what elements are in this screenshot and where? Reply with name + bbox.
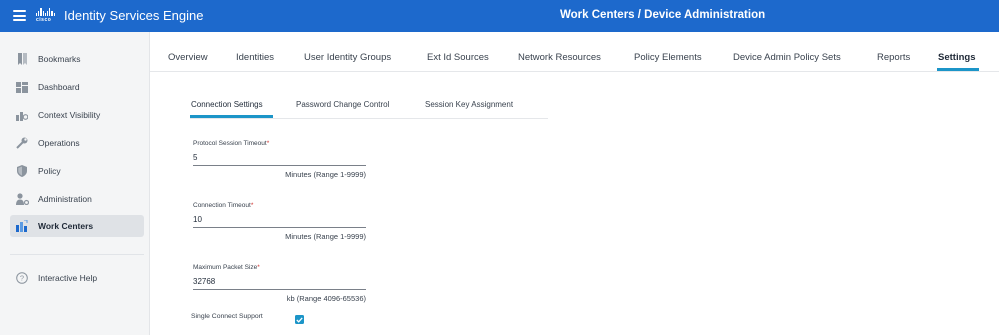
maximum-packet-size-field: Maximum Packet Size* kb (Range 4096-6553… (193, 264, 366, 303)
help-circle-icon: ? (15, 271, 29, 285)
sub-tabs: Connection Settings Password Change Cont… (190, 95, 548, 119)
sidebar-item-bookmarks[interactable]: Bookmarks (10, 48, 144, 70)
work-centers-icon (15, 219, 29, 233)
subtab-session-key-assignment[interactable]: Session Key Assignment (425, 100, 513, 109)
tab-overview[interactable]: Overview (168, 52, 208, 63)
tab-policy-elements[interactable]: Policy Elements (634, 52, 702, 63)
sidebar-item-dashboard[interactable]: Dashboard (10, 76, 144, 98)
dashboard-icon (15, 80, 29, 94)
sidebar-item-context-visibility[interactable]: Context Visibility (10, 104, 144, 126)
sidebar-item-label: Bookmarks (38, 54, 81, 64)
sidebar-item-administration[interactable]: Administration (10, 188, 144, 210)
field-hint: kb (Range 4096-65536) (286, 293, 366, 303)
connection-timeout-field: Connection Timeout* Minutes (Range 1-999… (193, 202, 366, 241)
bookmark-icon (15, 52, 29, 66)
field-hint: Minutes (Range 1-9999) (285, 169, 366, 179)
shield-icon (15, 164, 29, 178)
sidebar-item-label: Work Centers (38, 221, 94, 231)
tab-network-resources[interactable]: Network Resources (518, 52, 601, 63)
wrench-icon (15, 136, 29, 150)
sidebar-item-label: Context Visibility (38, 110, 101, 120)
tab-reports[interactable]: Reports (877, 52, 910, 63)
protocol-session-timeout-field: Protocol Session Timeout* Minutes (Range… (193, 140, 366, 179)
subtab-connection-settings[interactable]: Connection Settings (191, 100, 263, 109)
sidebar-item-label: Operations (38, 138, 80, 148)
sidebar-item-policy[interactable]: Policy (10, 160, 144, 182)
admin-user-gear-icon (15, 192, 29, 206)
field-label: Maximum Packet Size* (193, 264, 260, 271)
sidebar-item-label: Policy (38, 166, 61, 176)
sidebar: Bookmarks Dashboard Context Visibility O… (0, 32, 150, 335)
top-header: cisco Identity Services Engine Work Cent… (0, 0, 999, 32)
field-label: Protocol Session Timeout* (193, 140, 270, 147)
sidebar-item-work-centers[interactable]: Work Centers (10, 215, 144, 237)
maximum-packet-size-input[interactable] (193, 276, 366, 290)
tab-device-admin-policy-sets[interactable]: Device Admin Policy Sets (733, 52, 841, 63)
single-connect-support-checkbox[interactable] (295, 315, 304, 324)
hamburger-menu-icon[interactable] (13, 10, 26, 21)
tab-identities[interactable]: Identities (236, 52, 274, 63)
sidebar-divider (10, 254, 144, 255)
sidebar-item-interactive-help[interactable]: ? Interactive Help (10, 267, 144, 289)
sidebar-item-label: Administration (38, 194, 92, 204)
active-tab-indicator (937, 68, 979, 71)
sidebar-item-operations[interactable]: Operations (10, 132, 144, 154)
checkmark-icon (296, 316, 303, 323)
page-title: Work Centers / Device Administration (560, 9, 766, 21)
cisco-logo: cisco (36, 8, 58, 24)
app-title: Identity Services Engine (64, 8, 204, 23)
active-subtab-indicator (190, 115, 273, 118)
sidebar-item-label: Interactive Help (38, 273, 98, 283)
single-connect-support-row: Single Connect Support (191, 313, 263, 320)
tab-ext-id-sources[interactable]: Ext Id Sources (427, 52, 489, 63)
svg-text:?: ? (20, 274, 24, 283)
field-hint: Minutes (Range 1-9999) (285, 231, 366, 241)
subtab-password-change-control[interactable]: Password Change Control (296, 100, 389, 109)
tab-settings[interactable]: Settings (938, 52, 975, 63)
tab-user-identity-groups[interactable]: User Identity Groups (304, 52, 391, 63)
sidebar-item-label: Dashboard (38, 82, 80, 92)
protocol-session-timeout-input[interactable] (193, 152, 366, 166)
single-connect-support-label: Single Connect Support (191, 313, 263, 320)
context-visibility-icon (15, 108, 29, 122)
connection-timeout-input[interactable] (193, 214, 366, 228)
top-tabs: Overview Identities User Identity Groups… (150, 32, 999, 72)
field-label: Connection Timeout* (193, 202, 254, 209)
